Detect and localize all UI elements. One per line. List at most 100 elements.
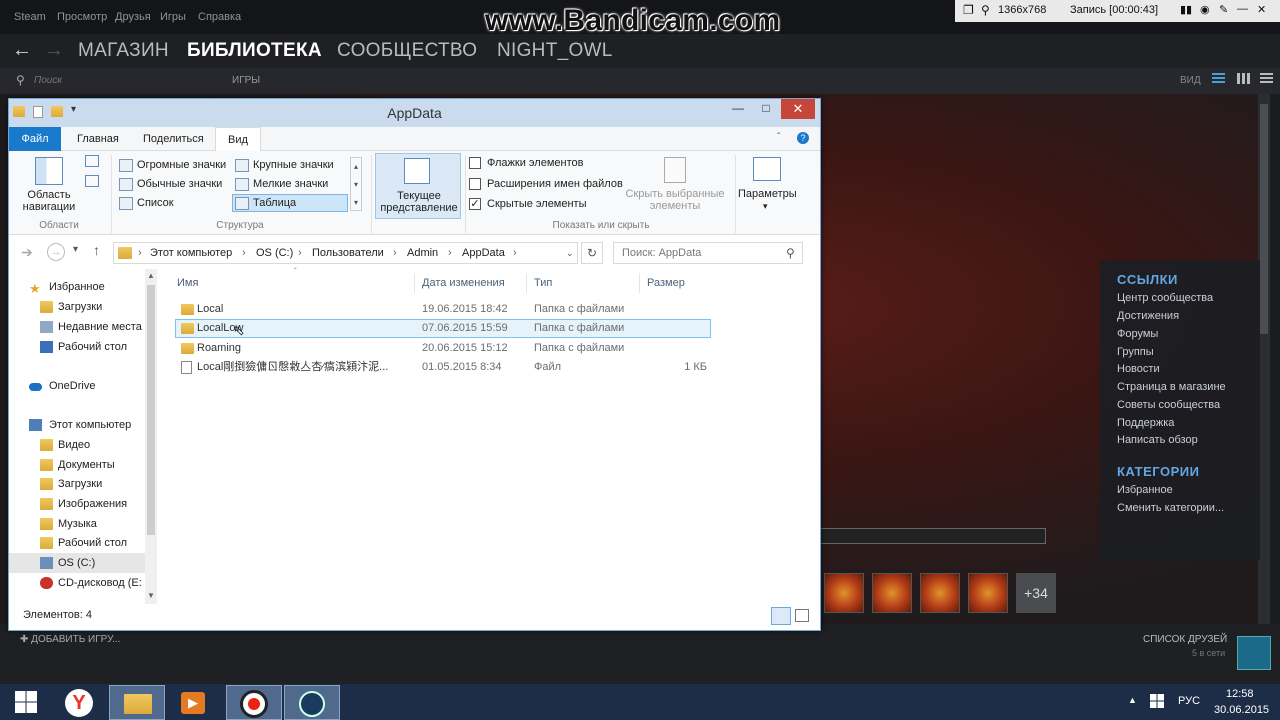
menu-steam[interactable]: Steam	[14, 11, 46, 23]
back-icon[interactable]: ➔	[21, 244, 33, 261]
layout-small[interactable]: Мелкие значки	[253, 178, 328, 190]
refresh-icon[interactable]: ↻	[581, 242, 603, 264]
layout-scroll-icon[interactable]: ▴ ▾ ▾	[350, 157, 362, 211]
col-date[interactable]: Дата изменения	[422, 277, 505, 289]
scroll-up-icon[interactable]: ▲	[147, 271, 155, 280]
taskbar-bandicam[interactable]	[226, 685, 282, 720]
tab-share[interactable]: Поделиться	[131, 127, 216, 151]
taskbar-media-player[interactable]: ▶	[166, 685, 222, 720]
camera-icon[interactable]: ◉	[1200, 3, 1210, 16]
games-label[interactable]: ИГРЫ	[232, 75, 260, 86]
menu-view[interactable]: Просмотр	[57, 11, 107, 23]
friends-list-button[interactable]: СПИСОК ДРУЗЕЙ	[1143, 634, 1227, 645]
up-icon[interactable]: ↑	[93, 242, 100, 258]
file-extensions-checkbox[interactable]	[469, 178, 481, 190]
large-icons-view-icon[interactable]	[795, 609, 809, 622]
link-support[interactable]: Поддержка	[1117, 417, 1174, 429]
clock-time[interactable]: 12:58	[1226, 688, 1254, 700]
explorer-titlebar[interactable]: ▾ AppData — □ ✕	[9, 99, 820, 127]
scroll-down-icon[interactable]: ▼	[147, 591, 155, 600]
taskbar-steam[interactable]	[284, 685, 340, 720]
nav-pc-cd-drive[interactable]: CD-дисковод (E:	[9, 573, 149, 593]
col-type[interactable]: Тип	[534, 277, 552, 289]
tray-expand-icon[interactable]: ▲	[1128, 695, 1137, 705]
layout-extra-large[interactable]: Огромные значки	[137, 159, 226, 171]
options-dropdown-icon[interactable]: ▾	[763, 201, 768, 212]
item-checkboxes-checkbox[interactable]	[469, 157, 481, 169]
nav-pc-pictures[interactable]: Изображения	[9, 494, 149, 514]
current-view-button[interactable]: Текущее представление	[375, 153, 461, 219]
nav-pc-desktop[interactable]: Рабочий стол	[9, 533, 149, 553]
nav-pc-downloads[interactable]: Загрузки	[9, 474, 149, 494]
nav-onedrive[interactable]: OneDrive	[9, 376, 149, 396]
close-icon[interactable]: ✕	[1257, 3, 1266, 16]
more-achievements[interactable]: +34	[1016, 573, 1056, 613]
forward-arrow-icon[interactable]: →	[44, 39, 64, 62]
achievement-thumb[interactable]	[824, 573, 864, 613]
menu-games[interactable]: Игры	[160, 11, 186, 23]
maximize-button[interactable]: □	[753, 101, 779, 121]
link-forums[interactable]: Форумы	[1117, 328, 1158, 340]
file-row-roaming[interactable]: Roaming 20.06.2015 15:12 Папка с файлами	[175, 339, 711, 358]
nav-favorites[interactable]: ★ Избранное	[9, 277, 149, 297]
options-button[interactable]: Параметры	[738, 188, 797, 200]
breadcrumb-users[interactable]: Пользователи	[312, 243, 384, 263]
col-size[interactable]: Размер	[647, 277, 685, 289]
details-view-icon[interactable]	[771, 607, 791, 625]
detail-view-icon[interactable]	[1260, 73, 1273, 84]
nav-pane-scrollbar[interactable]: ▲ ▼	[145, 269, 157, 604]
breadcrumb-this-pc[interactable]: Этот компьютер	[150, 243, 232, 263]
tab-home[interactable]: Главная	[65, 127, 131, 151]
breadcrumb-appdata[interactable]: AppData	[462, 243, 505, 263]
nav-this-pc[interactable]: Этот компьютер	[9, 415, 149, 435]
windows-start-icon[interactable]	[15, 691, 37, 713]
avatar[interactable]	[1237, 636, 1271, 670]
tab-file[interactable]: Файл	[9, 127, 61, 151]
breadcrumb-admin[interactable]: Admin	[407, 243, 438, 263]
minimize-button[interactable]: —	[725, 101, 751, 121]
window-icon[interactable]: ❐	[963, 3, 974, 17]
nav-pc-music[interactable]: Музыка	[9, 514, 149, 534]
list-view-icon[interactable]	[1212, 73, 1225, 84]
file-row-locallow[interactable]: LocalLow 07.06.2015 15:59 Папка с файлам…	[175, 319, 711, 338]
minimize-icon[interactable]: —	[1237, 3, 1248, 15]
grid-view-icon[interactable]	[1237, 73, 1250, 84]
layout-medium[interactable]: Обычные значки	[137, 178, 222, 190]
close-button[interactable]: ✕	[781, 99, 815, 119]
pen-icon[interactable]: ✎	[1219, 3, 1228, 16]
link-guides[interactable]: Советы сообщества	[1117, 399, 1220, 411]
add-game-button[interactable]: ✚ ДОБАВИТЬ ИГРУ...	[20, 634, 120, 645]
nav-store[interactable]: МАГАЗИН	[78, 40, 169, 62]
nav-pane-label[interactable]: Область навигации	[19, 189, 79, 213]
hide-selected-label[interactable]: Скрыть выбранные элементы	[621, 188, 729, 212]
nav-community[interactable]: СООБЩЕСТВО	[337, 40, 477, 62]
layout-list[interactable]: Список	[137, 197, 174, 209]
achievement-thumb[interactable]	[872, 573, 912, 613]
scroll-thumb[interactable]	[147, 285, 155, 535]
achievement-thumb[interactable]	[920, 573, 960, 613]
search-input[interactable]: Поиск: AppData ⚲	[613, 242, 803, 264]
file-row-file[interactable]: Local剛捯獫傭ㄖ慇敹亼杏⁄㾸滨㯋汴泥... 01.05.2015 8:34 …	[175, 358, 711, 377]
nav-fav-recent[interactable]: Недавние места	[9, 317, 149, 337]
options-icon[interactable]	[753, 157, 781, 181]
tab-view[interactable]: Вид	[215, 127, 261, 152]
link-groups[interactable]: Группы	[1117, 346, 1154, 358]
back-arrow-icon[interactable]: ←	[12, 39, 32, 62]
link-news[interactable]: Новости	[1117, 363, 1160, 375]
nav-pc-documents[interactable]: Документы	[9, 455, 149, 475]
change-categories-link[interactable]: Сменить категории...	[1117, 502, 1224, 514]
menu-help[interactable]: Справка	[198, 11, 241, 23]
action-center-icon[interactable]	[1150, 694, 1164, 708]
recent-locations-icon[interactable]: ▾	[73, 244, 78, 255]
link-achievements[interactable]: Достижения	[1117, 310, 1179, 322]
file-row-local[interactable]: Local 19.06.2015 18:42 Папка с файлами	[175, 300, 711, 319]
layout-details[interactable]: Таблица	[253, 197, 296, 209]
breadcrumb-drive[interactable]: OS (C:)	[256, 243, 293, 263]
pause-icon[interactable]: ▮▮	[1180, 3, 1192, 16]
taskbar-yandex-browser[interactable]: Y	[52, 685, 108, 720]
link-write-review[interactable]: Написать обзор	[1117, 434, 1198, 446]
hide-selected-icon[interactable]	[664, 157, 686, 183]
col-name[interactable]: Имя	[177, 277, 198, 289]
nav-pc-drive-c[interactable]: OS (C:)	[9, 553, 149, 573]
language-indicator[interactable]: РУС	[1178, 695, 1200, 707]
